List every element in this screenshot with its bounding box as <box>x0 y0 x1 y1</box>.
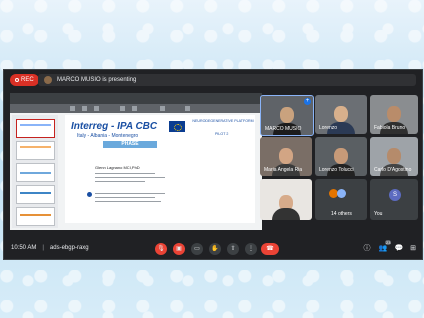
app-menubar <box>10 93 262 104</box>
slide-thumbnail[interactable] <box>16 119 55 138</box>
ribbon-tool-icon <box>132 106 137 111</box>
slide-text-line <box>95 201 161 202</box>
slide-countries: Italy - Albania - Montenegro <box>77 133 139 139</box>
participant-tile-self[interactable]: S You <box>370 179 418 220</box>
separator: | <box>42 245 44 251</box>
participant-name: MARCO MUSIO <box>265 126 302 132</box>
participant-tile[interactable]: Lorenzo Tolucci <box>315 137 367 176</box>
participant-body <box>272 208 300 220</box>
slide-thumbnails <box>12 115 58 228</box>
participant-video <box>334 105 348 122</box>
recording-badge: REC <box>10 74 39 86</box>
record-icon <box>15 78 19 82</box>
participant-tile[interactable]: + MARCO MUSIO <box>260 95 314 136</box>
others-avatar <box>337 189 346 198</box>
slide-thumbnail[interactable] <box>16 185 55 204</box>
meeting-info: 10:50 AM | ads-ebgp-raxg <box>11 245 89 251</box>
ribbon-tool-icon <box>82 106 87 111</box>
current-slide: Interreg - IPA CBC Italy - Albania - Mon… <box>65 115 255 223</box>
eu-flag-icon <box>169 121 185 132</box>
bottom-bar: 10:50 AM | ads-ebgp-raxg 🎙 ▣ ▭ ✋ ⇧ ⋮ ☎ ⓘ… <box>4 239 422 259</box>
participant-tile[interactable]: Maria Angela Ria <box>260 137 312 176</box>
participant-name: Fabiola Bruno <box>374 125 406 131</box>
participant-video <box>280 106 294 123</box>
presenting-banner: MARCO MUSIO is presenting <box>38 74 416 86</box>
participant-video <box>387 105 401 122</box>
presenting-icon: + <box>304 98 311 105</box>
participant-tile[interactable] <box>260 179 312 220</box>
top-bar: REC MARCO MUSIO is presenting <box>4 70 422 90</box>
participant-video <box>387 147 401 164</box>
info-icon[interactable]: ⓘ <box>362 243 372 255</box>
meeting-time: 10:50 AM <box>11 245 37 251</box>
activities-icon[interactable]: ⊞ <box>408 243 418 255</box>
participant-tile[interactable]: Lorenzo <box>315 95 367 134</box>
participant-name: Carlo D'Agostino <box>374 167 412 173</box>
participant-tile-others[interactable]: 14 others <box>315 179 367 220</box>
slide-text-line <box>95 197 155 198</box>
raise-hand-button[interactable]: ✋ <box>209 243 221 255</box>
slide-text-line <box>95 173 155 174</box>
others-count: 14 others <box>331 211 352 217</box>
participant-name: Lorenzo Tolucci <box>319 167 354 173</box>
institution-logo-icon <box>87 192 92 197</box>
participant-tile[interactable]: Fabiola Bruno <box>370 95 418 134</box>
meet-window: REC MARCO MUSIO is presenting Interreg -… <box>3 69 423 260</box>
slide-text-line <box>95 181 145 182</box>
slide-speaker-name: Glenn Lagnano MCI,PhD <box>95 165 140 170</box>
slide-phase-label: PHASE <box>103 141 157 148</box>
app-ribbon <box>10 104 262 113</box>
participant-video <box>334 147 348 164</box>
ribbon-tool-icon <box>70 106 75 111</box>
presenter-avatar <box>44 76 52 84</box>
self-avatar: S <box>389 189 401 201</box>
presenting-text: MARCO MUSIO is presenting <box>57 77 137 83</box>
slide-right-title: NEURODEGENERATIVE PLATFORM <box>192 119 254 123</box>
interreg-logo-text: Interreg - IPA CBC <box>71 121 158 132</box>
slide-thumbnail[interactable] <box>16 163 55 182</box>
people-count-badge: 23 <box>385 240 392 245</box>
present-button[interactable]: ⇧ <box>227 243 239 255</box>
captions-button[interactable]: ▭ <box>191 243 203 255</box>
more-options-button[interactable]: ⋮ <box>245 243 257 255</box>
slide-thumbnail[interactable] <box>16 141 55 160</box>
meeting-code: ads-ebgp-raxg <box>49 245 89 251</box>
participant-name: Maria Angela Ria <box>264 167 303 173</box>
slide-text-line <box>95 193 165 194</box>
slide-thumbnail[interactable] <box>16 207 55 226</box>
ribbon-tool-icon <box>120 106 125 111</box>
chat-icon[interactable]: 💬 <box>394 243 404 255</box>
ribbon-tool-icon <box>160 106 165 111</box>
shared-screen: Interreg - IPA CBC Italy - Albania - Mon… <box>10 93 262 230</box>
slide-right-subtitle: PILOT 2 <box>215 132 229 136</box>
ribbon-tool-icon <box>185 106 190 111</box>
ribbon-tool-icon <box>94 106 99 111</box>
slide-text-line <box>95 177 165 178</box>
participant-tile[interactable]: Carlo D'Agostino <box>370 137 418 176</box>
mic-off-button[interactable]: 🎙 <box>155 243 167 255</box>
participant-name: Lorenzo <box>319 125 338 131</box>
recording-label: REC <box>21 77 34 83</box>
camera-off-button[interactable]: ▣ <box>173 243 185 255</box>
participant-name: You <box>374 211 383 217</box>
participant-video <box>279 147 293 164</box>
leave-call-button[interactable]: ☎ <box>261 243 279 255</box>
